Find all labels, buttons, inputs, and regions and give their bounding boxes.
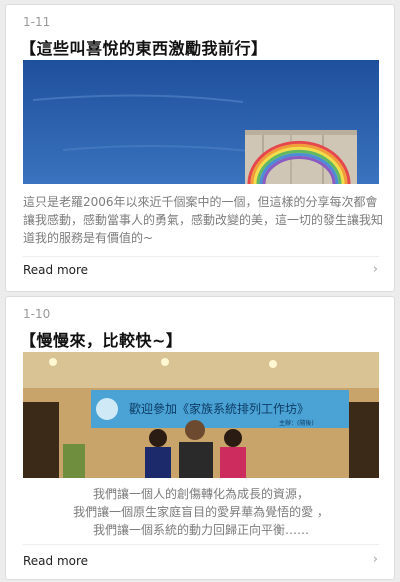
post-title[interactable]: 【慢慢來，比較快~】 (20, 327, 182, 351)
chevron-right-icon[interactable]: › (373, 552, 378, 567)
post-feed: 1-11 【這些叫喜悅的東西激勵我前行】 這只是老羅2006年以來近千個案中的一… (0, 0, 400, 582)
post-card[interactable]: 1-10 【慢慢來，比較快~】 歡迎參加《家族系統排列工作坊》 主辦：(隨後) (5, 296, 395, 580)
description-line: 我們讓一個人的創傷轉化為成長的資源， (92, 487, 309, 501)
banner-subtext: 主辦：(隨後) (279, 419, 314, 427)
divider (23, 256, 379, 257)
description-line: 我們讓一個系統的動力回歸正向平衡…… (92, 523, 309, 537)
post-date: 1-11 (23, 15, 51, 29)
post-date: 1-10 (23, 307, 51, 321)
divider (23, 544, 379, 545)
read-more-link[interactable]: Read more (23, 263, 88, 277)
post-title[interactable]: 【這些叫喜悅的東西激勵我前行】 (20, 35, 268, 59)
post-image-rainbow-post[interactable] (23, 60, 379, 184)
description-line: 我們讓一個原生家庭盲目的愛昇華為覺悟的愛 ， (73, 505, 329, 519)
post-image-workshop-photo[interactable]: 歡迎參加《家族系統排列工作坊》 主辦：(隨後) (23, 352, 379, 478)
banner-text: 歡迎參加《家族系統排列工作坊》 (129, 401, 309, 416)
post-description: 我們讓一個人的創傷轉化為成長的資源， 我們讓一個原生家庭盲目的愛昇華為覺悟的愛 … (23, 485, 379, 539)
read-more-link[interactable]: Read more (23, 554, 88, 568)
post-card[interactable]: 1-11 【這些叫喜悅的東西激勵我前行】 這只是老羅2006年以來近千個案中的一… (5, 4, 395, 292)
post-description: 這只是老羅2006年以來近千個案中的一個，但這樣的分享每次都會讓我感動，感動當事… (23, 195, 384, 245)
chevron-right-icon[interactable]: › (373, 262, 378, 277)
